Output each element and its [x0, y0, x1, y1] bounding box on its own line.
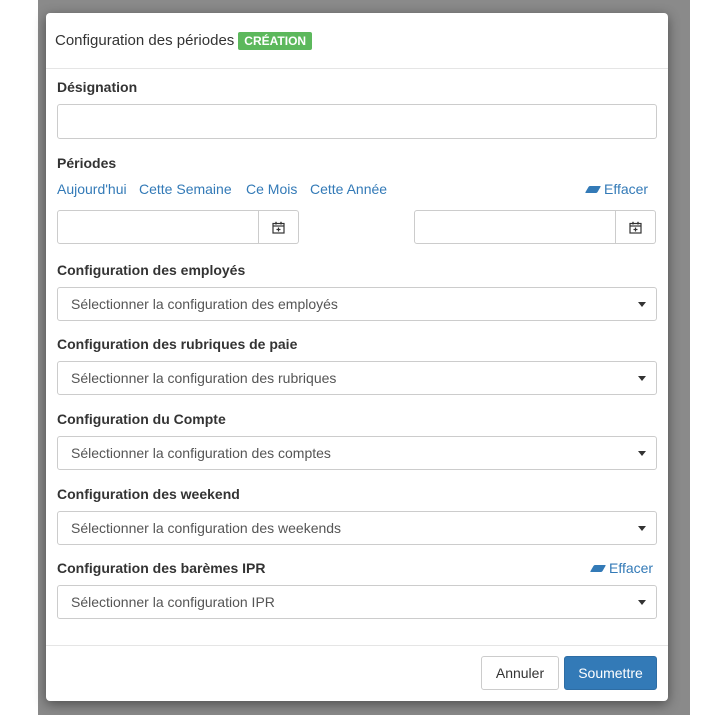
- calendar-icon: [629, 221, 642, 234]
- weekend-config-select[interactable]: Sélectionner la configuration des weeken…: [57, 511, 657, 545]
- today-link[interactable]: Aujourd'hui: [57, 181, 127, 197]
- ipr-config-label: Configuration des barèmes IPR: [57, 560, 266, 576]
- modal-header: Configuration des périodes CRÉATION: [46, 13, 668, 69]
- weekend-config-placeholder: Sélectionner la configuration des weeken…: [71, 520, 342, 536]
- modal-title: Configuration des périodes: [55, 32, 235, 49]
- caret-down-icon: [638, 526, 646, 531]
- this-year-link[interactable]: Cette Année: [310, 181, 387, 197]
- caret-down-icon: [638, 451, 646, 456]
- this-week-link[interactable]: Cette Semaine: [139, 181, 232, 197]
- cancel-button[interactable]: Annuler: [481, 656, 559, 690]
- caret-down-icon: [638, 302, 646, 307]
- caret-down-icon: [638, 600, 646, 605]
- clear-ipr-label: Effacer: [609, 560, 654, 576]
- pay-items-config-label: Configuration des rubriques de paie: [57, 336, 298, 352]
- pay-items-config-placeholder: Sélectionner la configuration des rubriq…: [71, 370, 337, 386]
- caret-down-icon: [638, 376, 646, 381]
- employees-config-label: Configuration des employés: [57, 262, 246, 278]
- period-config-modal: Configuration des périodes CRÉATION Dési…: [46, 13, 668, 701]
- end-date-calendar-button[interactable]: [616, 210, 656, 244]
- end-date-input[interactable]: [414, 210, 616, 244]
- designation-input[interactable]: [57, 104, 657, 139]
- clear-periods-link[interactable]: Effacer: [584, 181, 649, 197]
- ipr-config-placeholder: Sélectionner la configuration IPR: [71, 594, 275, 610]
- eraser-icon: [584, 186, 602, 193]
- calendar-icon: [272, 221, 285, 234]
- account-config-label: Configuration du Compte: [57, 411, 226, 427]
- creation-badge: CRÉATION: [238, 31, 313, 50]
- designation-label: Désignation: [57, 79, 138, 95]
- weekend-config-label: Configuration des weekend: [57, 486, 240, 502]
- account-config-placeholder: Sélectionner la configuration des compte…: [71, 445, 331, 461]
- account-config-select[interactable]: Sélectionner la configuration des compte…: [57, 436, 657, 470]
- employees-config-select[interactable]: Sélectionner la configuration des employ…: [57, 287, 657, 321]
- eraser-icon: [589, 565, 607, 572]
- clear-ipr-link[interactable]: Effacer: [589, 560, 654, 576]
- modal-footer: Annuler Soumettre: [46, 645, 668, 701]
- submit-button[interactable]: Soumettre: [564, 656, 657, 690]
- this-month-link[interactable]: Ce Mois: [246, 181, 297, 197]
- clear-periods-label: Effacer: [604, 181, 649, 197]
- start-date-input[interactable]: [57, 210, 259, 244]
- start-date-calendar-button[interactable]: [259, 210, 299, 244]
- periods-label: Périodes: [57, 155, 117, 171]
- employees-config-placeholder: Sélectionner la configuration des employ…: [71, 296, 338, 312]
- ipr-config-select[interactable]: Sélectionner la configuration IPR: [57, 585, 657, 619]
- pay-items-config-select[interactable]: Sélectionner la configuration des rubriq…: [57, 361, 657, 395]
